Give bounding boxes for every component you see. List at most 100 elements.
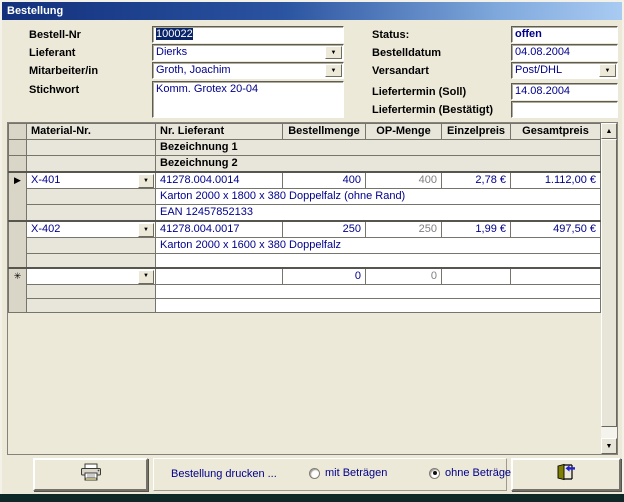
printer-icon [79, 463, 103, 486]
radio-ohne-betraege-label: ohne Beträge [445, 467, 512, 479]
status-value: offen [515, 28, 542, 40]
radio-mit-betraegen-label: mit Beträgen [325, 467, 388, 479]
einzelpreis-cell[interactable] [441, 266, 511, 285]
stichwort-textarea[interactable]: Komm. Grotex 20-04 [152, 81, 344, 118]
chevron-down-icon[interactable]: ▼ [599, 64, 616, 77]
selector-header-cell [8, 155, 27, 173]
material-nr-combo[interactable]: X-401 ▼ [26, 171, 156, 189]
bestelldatum-value: 04.08.2004 [515, 46, 571, 58]
einzelpreis-cell[interactable]: 1,99 € [441, 220, 511, 238]
bestellung-window: Bestellung Bestell-Nr 100022 Lieferant D… [0, 0, 624, 502]
lieferant-label: Lieferant [29, 47, 76, 59]
vertical-scrollbar[interactable]: ▲ ▼ [601, 123, 617, 454]
bezeichnung-1-cell[interactable] [155, 283, 601, 299]
nr-lieferant-cell[interactable]: 41278.004.0017 [155, 220, 283, 238]
chevron-down-icon[interactable]: ▼ [325, 46, 342, 59]
order-items-grid: Material-Nr. Nr. Lieferant Bestellmenge … [7, 122, 618, 455]
mitarbeiter-combo[interactable]: Groth, Joachim ▼ [152, 62, 344, 79]
bestell-nr-label: Bestell-Nr [29, 29, 81, 41]
selector-header-cell [8, 123, 27, 140]
material-spacer-cell [26, 253, 156, 268]
bestelldatum-field[interactable]: 04.08.2004 [511, 44, 618, 61]
op-menge-cell[interactable]: 250 [365, 220, 442, 238]
bestell-nr-value: 100022 [156, 28, 193, 40]
material-nr-combo[interactable]: X-402 ▼ [26, 220, 156, 238]
radio-ohne-betraege[interactable]: ohne Beträge [429, 467, 511, 479]
einzelpreis-cell[interactable]: 2,78 € [441, 171, 511, 189]
col-header-nr-lieferant: Nr. Lieferant [155, 123, 283, 140]
material-nr-combo[interactable]: ▼ [26, 266, 156, 285]
col-header-gesamtpreis: Gesamtpreis [510, 123, 601, 140]
stichwort-label: Stichwort [29, 84, 80, 96]
bestelldatum-label: Bestelldatum [372, 47, 442, 59]
material-spacer-cell [26, 297, 156, 313]
window-bottom-edge [0, 494, 624, 502]
versandart-combo[interactable]: Post/DHL ▼ [511, 62, 618, 79]
table-row [9, 253, 601, 268]
lieferant-value: Dierks [156, 46, 188, 58]
liefertermin-bestaetigt-field[interactable] [511, 101, 618, 118]
table-row: X-402 ▼ 41278.004.0017 250 250 1,99 € 497… [8, 220, 601, 268]
print-button[interactable] [33, 458, 148, 491]
chevron-down-icon[interactable]: ▼ [138, 223, 154, 237]
chevron-down-icon[interactable]: ▼ [138, 174, 154, 188]
liefertermin-soll-field[interactable]: 14.08.2004 [511, 83, 618, 100]
record-selector-new-icon[interactable]: ✳ [8, 266, 27, 313]
stichwort-value: Komm. Grotex 20-04 [156, 83, 259, 95]
window-title: Bestellung [7, 5, 64, 17]
scroll-up-icon[interactable]: ▲ [601, 123, 617, 139]
nr-lieferant-cell[interactable]: 41278.004.0014 [155, 171, 283, 189]
bestellmenge-cell[interactable]: 0 [282, 266, 366, 285]
bestell-nr-input[interactable]: 100022 [152, 26, 344, 43]
status-label: Status: [372, 29, 410, 41]
bestellmenge-cell[interactable]: 400 [282, 171, 366, 189]
col-header-bezeichnung-2: Bezeichnung 2 [155, 155, 601, 173]
chevron-down-icon[interactable]: ▼ [325, 64, 342, 77]
radio-mit-betraegen[interactable]: mit Beträgen [309, 467, 387, 479]
table-row [9, 283, 601, 299]
liefertermin-soll-label: Liefertermin (Soll) [372, 86, 467, 98]
liefertermin-soll-value: 14.08.2004 [515, 85, 571, 97]
bezeichnung-1-cell[interactable]: Karton 2000 x 1800 x 380 Doppelfalz (ohn… [155, 188, 601, 205]
versandart-value: Post/DHL [515, 64, 563, 76]
versandart-label: Versandart [372, 65, 429, 77]
table-row: Karton 2000 x 1800 x 380 Doppelfalz (ohn… [9, 188, 601, 205]
window-titlebar[interactable]: Bestellung [2, 2, 622, 20]
col-header-bezeichnung-1: Bezeichnung 1 [155, 139, 601, 156]
op-menge-cell[interactable]: 0 [365, 266, 442, 285]
bezeichnung-2-cell[interactable] [155, 253, 601, 268]
header-spacer-cell [26, 155, 156, 173]
bezeichnung-2-cell[interactable]: EAN 12457852133 [155, 204, 601, 222]
table-row [9, 297, 601, 313]
nr-lieferant-cell[interactable] [155, 266, 283, 285]
items-table: Material-Nr. Nr. Lieferant Bestellmenge … [8, 123, 601, 313]
exit-door-icon [554, 463, 578, 486]
gesamtpreis-cell[interactable] [510, 266, 601, 285]
record-selector-current-icon[interactable]: ▶ [8, 171, 27, 222]
gesamtpreis-cell[interactable]: 497,50 € [510, 220, 601, 238]
lieferant-combo[interactable]: Dierks ▼ [152, 44, 344, 61]
radio-icon[interactable] [309, 467, 320, 479]
table-row: ▶ X-401 ▼ 41278.004.0014 400 400 2,78 € 1… [8, 171, 601, 222]
col-header-op-menge: OP-Menge [365, 123, 442, 140]
selector-header-cell [8, 139, 27, 156]
bezeichnung-1-cell[interactable]: Karton 2000 x 1600 x 380 Doppelfalz [155, 237, 601, 254]
bestellmenge-cell[interactable]: 250 [282, 220, 366, 238]
op-menge-cell[interactable]: 400 [365, 171, 442, 189]
material-spacer-cell [26, 188, 156, 205]
gesamtpreis-cell[interactable]: 1.112,00 € [510, 171, 601, 189]
chevron-down-icon[interactable]: ▼ [138, 269, 154, 284]
header-spacer-cell [26, 139, 156, 156]
col-header-material-nr: Material-Nr. [26, 123, 156, 140]
scrollbar-thumb[interactable] [601, 139, 617, 427]
mitarbeiter-label: Mitarbeiter/in [29, 65, 99, 77]
close-form-button[interactable] [511, 458, 621, 491]
table-row: Karton 2000 x 1600 x 380 Doppelfalz [9, 237, 601, 254]
status-field[interactable]: offen [511, 26, 618, 43]
liefertermin-bestaetigt-label: Liefertermin (Bestätigt) [372, 104, 494, 116]
scroll-down-icon[interactable]: ▼ [601, 438, 617, 454]
bezeichnung-2-cell[interactable] [155, 297, 601, 313]
print-options-panel: Bestellung drucken ... mit Beträgen ohne… [153, 458, 511, 491]
radio-selected-icon[interactable] [429, 467, 440, 479]
record-selector-cell[interactable] [8, 220, 27, 268]
